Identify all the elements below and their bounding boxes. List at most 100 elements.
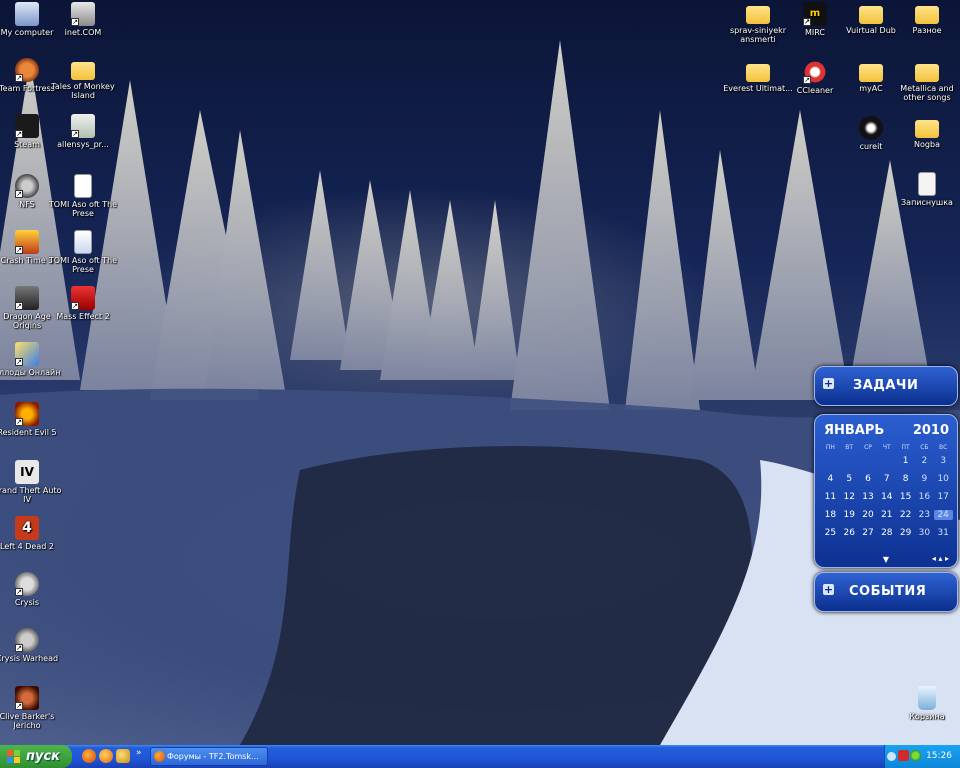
calendar-day[interactable]: 30 (915, 528, 934, 538)
tasks-title: ЗАДАЧИ (853, 378, 919, 393)
desktop-icon-allods[interactable]: ↗ Аллоды Онлайн (0, 342, 62, 377)
calendar-weekday: СР (864, 443, 872, 451)
desktop-icon-inet-com[interactable]: ↗ inet.COM (48, 2, 118, 37)
folder-icon (746, 64, 770, 82)
calendar-day[interactable]: 29 (896, 528, 915, 538)
shortcut-arrow-icon: ↗ (15, 190, 23, 198)
folder-icon (915, 120, 939, 138)
quicklaunch-more-icon[interactable]: » (136, 748, 142, 758)
shortcut-arrow-icon: ↗ (71, 130, 79, 138)
calendar-day[interactable]: 3 (934, 456, 953, 466)
desktop-icon-tomi-1[interactable]: TOMI Aso oft The Prese (48, 174, 118, 218)
ccleaner-icon: ↗ (803, 60, 827, 84)
calendar-day[interactable]: 19 (840, 510, 859, 520)
document-icon (74, 230, 92, 254)
calendar-week-row: 18 19 20 21 22 23 24 (821, 506, 953, 524)
calendar-weekday: ПН (825, 443, 835, 451)
calendar-day[interactable]: 10 (934, 474, 953, 484)
calendar-day[interactable]: 21 (877, 510, 896, 520)
desktop-icon-resident-evil-5[interactable]: ↗ Resident Evil 5 (0, 402, 62, 437)
desktop-icon-crysis[interactable]: ↗ Crysis (0, 572, 62, 607)
windows-flag-icon (7, 750, 21, 763)
desktop-icon-mass-effect-2[interactable]: ↗ Mass Effect 2 (48, 286, 118, 321)
tasks-gadget[interactable]: + ЗАДАЧИ (814, 366, 958, 406)
cureit-spider-icon (859, 116, 883, 140)
calendar-day[interactable]: 6 (859, 474, 878, 484)
calendar-day[interactable]: 1 (896, 456, 915, 466)
calendar-weekday: СБ (920, 443, 929, 451)
jericho-icon: ↗ (15, 686, 39, 710)
plus-icon[interactable]: + (823, 378, 834, 389)
calendar-gadget[interactable]: ЯНВАРЬ 2010 ПН ВТ СР ЧТ ПТ СБ ВС 1 2 3 4 5 6 7 8 9 10 11 1… (814, 414, 958, 568)
desktop-icon-nogba[interactable]: Nogba (892, 116, 960, 149)
calendar-day[interactable]: 4 (821, 474, 840, 484)
calendar-day[interactable]: 5 (840, 474, 859, 484)
calendar-day[interactable]: 2 (915, 456, 934, 466)
taskbar-clock[interactable]: 15:26 (926, 751, 952, 761)
calendar-day[interactable]: 25 (821, 528, 840, 538)
calendar-day[interactable]: 11 (821, 492, 840, 502)
tray-app-icon[interactable] (898, 750, 909, 761)
calendar-day[interactable]: 13 (859, 492, 878, 502)
calendar-day[interactable]: 24 (933, 510, 953, 520)
folder-icon (71, 62, 95, 80)
desktop-icon-raznoe[interactable]: Разное (892, 2, 960, 35)
shortcut-arrow-icon: ↗ (15, 644, 23, 652)
calendar-day[interactable]: 18 (821, 510, 840, 520)
firefox-quicklaunch-icon[interactable] (82, 749, 96, 763)
resident-evil-icon: ↗ (15, 402, 39, 426)
taskbar: пуск » Форумы - TF2.Tomsk... 15:26 (0, 745, 960, 768)
calendar-day[interactable]: 17 (934, 492, 953, 502)
desktop-icon-metallica[interactable]: Metallica and other songs (892, 60, 960, 102)
desktop-icon-tales-of-monkey-island[interactable]: Tales of Monkey Island (48, 58, 118, 100)
calendar-day[interactable]: 14 (877, 492, 896, 502)
events-gadget[interactable]: + СОБЫТИЯ (814, 572, 958, 612)
start-label: пуск (26, 749, 60, 764)
calendar-day[interactable]: 12 (840, 492, 859, 502)
tray-collapse-icon[interactable] (887, 752, 896, 761)
calendar-day[interactable]: 27 (859, 528, 878, 538)
calendar-day[interactable]: 15 (896, 492, 915, 502)
taskbar-button-firefox[interactable]: Форумы - TF2.Tomsk... (150, 747, 268, 766)
calendar-week-row: 4 5 6 7 8 9 10 (821, 470, 953, 488)
steam-icon: ↗ (15, 114, 39, 138)
calendar-day[interactable]: 28 (877, 528, 896, 538)
tray-network-icon[interactable] (910, 750, 921, 761)
start-button[interactable]: пуск (0, 745, 72, 768)
folder-icon (859, 6, 883, 24)
folder-icon (915, 6, 939, 24)
calendar-day[interactable]: 31 (934, 528, 953, 538)
browser-quicklaunch-icon[interactable] (99, 749, 113, 763)
mirc-icon: m ↗ (803, 2, 827, 26)
left4dead-icon: 4 (15, 516, 39, 540)
calendar-day[interactable]: 23 (915, 510, 934, 520)
calendar-day[interactable]: 7 (877, 474, 896, 484)
desktop-icon-clive-barker[interactable]: ↗ Clive Barker's Jericho (0, 686, 62, 730)
calendar-day[interactable]: 22 (896, 510, 915, 520)
plus-icon[interactable]: + (823, 584, 834, 595)
desktop-icon-zapisnaya[interactable]: Записнушка (892, 172, 960, 207)
calendar-day[interactable]: 20 (859, 510, 878, 520)
folder-icon (859, 64, 883, 82)
crysis-warhead-icon: ↗ (15, 628, 39, 652)
crash-time-icon: ↗ (15, 230, 39, 254)
gta-icon: IV (15, 460, 39, 484)
calendar-week-row: 123 (821, 452, 953, 470)
zip-file-icon (74, 174, 92, 198)
app-quicklaunch-icon[interactable] (116, 749, 130, 763)
events-title: СОБЫТИЯ (849, 584, 927, 599)
calendar-nav-icons[interactable]: ◂ ▴ ▸ (932, 554, 949, 563)
calendar-day[interactable]: 8 (896, 474, 915, 484)
desktop-icon-left-4-dead-2[interactable]: 4 Left 4 Dead 2 (0, 516, 62, 551)
calendar-day[interactable]: 16 (915, 492, 934, 502)
calendar-day[interactable]: 26 (840, 528, 859, 538)
calendar-week-row: 25 26 27 28 29 30 31 (821, 524, 953, 542)
shortcut-arrow-icon: ↗ (803, 18, 811, 26)
desktop-icon-allensys[interactable]: ↗ allensys_pr... (48, 114, 118, 149)
desktop-icon-gta-iv[interactable]: IV Grand Theft Auto IV (0, 460, 62, 504)
desktop-icon-recycle-bin[interactable]: Корзина (892, 686, 960, 721)
calendar-day[interactable]: 9 (915, 474, 934, 484)
shortcut-arrow-icon: ↗ (803, 76, 811, 84)
desktop-icon-crysis-warhead[interactable]: ↗ Crysis Warhead (0, 628, 62, 663)
desktop-icon-tomi-2[interactable]: TOMI Aso oft The Prese (48, 230, 118, 274)
